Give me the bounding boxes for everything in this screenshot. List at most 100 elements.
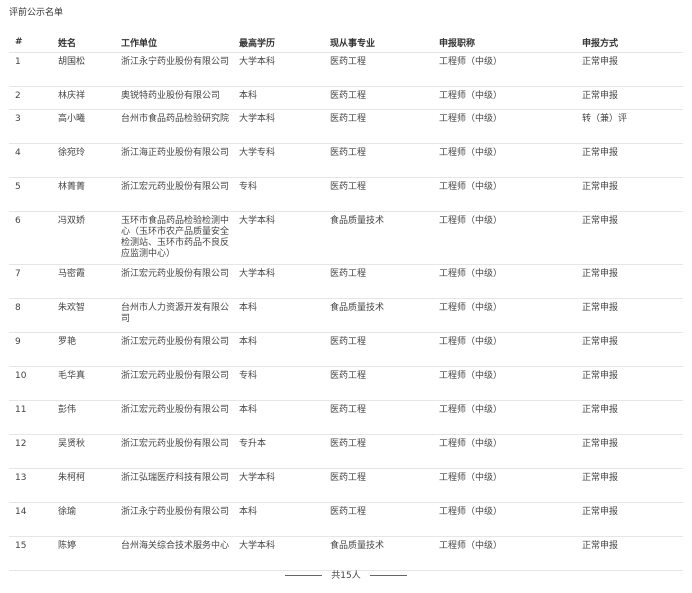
- cell-application-mode: 转（兼）评: [576, 109, 683, 144]
- table-row: 3 高小曦 台州市食品药品检验研究院 大学本科 医药工程 工程师（中级） 转（兼…: [9, 109, 683, 144]
- cell-specialty: 食品质量技术: [324, 536, 433, 571]
- cell-applied-title: 工程师（中级）: [433, 109, 576, 144]
- cell-employer: 浙江永宁药业股份有限公司: [115, 52, 233, 87]
- cell-specialty: 医药工程: [324, 332, 433, 367]
- cell-application-mode: 正常申报: [576, 332, 683, 367]
- cell-applied-title: 工程师（中级）: [433, 536, 576, 571]
- column-header-employer: 工作单位: [115, 32, 233, 53]
- cell-education: 大学本科: [233, 211, 324, 265]
- column-header-application-mode: 申报方式: [576, 32, 683, 53]
- cell-education: 专科: [233, 366, 324, 401]
- cell-education: 大学本科: [233, 109, 324, 144]
- cell-index: 9: [9, 332, 52, 367]
- cell-application-mode: 正常申报: [576, 536, 683, 571]
- cell-name: 罗艳: [52, 332, 115, 367]
- cell-applied-title: 工程师（中级）: [433, 366, 576, 401]
- cell-name: 毛华真: [52, 366, 115, 401]
- total-count-footer: 共15人: [0, 570, 692, 582]
- table-row: 11 彭伟 浙江宏元药业股份有限公司 本科 医药工程 工程师（中级） 正常申报: [9, 400, 683, 435]
- cell-name: 徐宛玲: [52, 143, 115, 178]
- divider: [369, 575, 407, 576]
- cell-education: 本科: [233, 86, 324, 110]
- cell-education: 大学专科: [233, 143, 324, 178]
- cell-index: 7: [9, 264, 52, 299]
- cell-index: 3: [9, 109, 52, 144]
- column-header-education: 最高学历: [233, 32, 324, 53]
- table-header-row: # 姓名 工作单位 最高学历 现从事专业 申报职称 申报方式: [9, 32, 683, 53]
- cell-name: 朱柯柯: [52, 468, 115, 503]
- cell-education: 大学本科: [233, 52, 324, 87]
- cell-education: 专科: [233, 177, 324, 212]
- cell-specialty: 医药工程: [324, 264, 433, 299]
- cell-index: 5: [9, 177, 52, 212]
- cell-applied-title: 工程师（中级）: [433, 400, 576, 435]
- cell-education: 本科: [233, 298, 324, 333]
- cell-index: 8: [9, 298, 52, 333]
- cell-index: 13: [9, 468, 52, 503]
- cell-education: 本科: [233, 332, 324, 367]
- cell-education: 大学本科: [233, 264, 324, 299]
- table-row: 4 徐宛玲 浙江海正药业股份有限公司 大学专科 医药工程 工程师（中级） 正常申…: [9, 143, 683, 178]
- cell-name: 林庆祥: [52, 86, 115, 110]
- cell-education: 大学本科: [233, 536, 324, 571]
- table-row: 8 朱欢智 台州市人力资源开发有限公司 本科 食品质量技术 工程师（中级） 正常…: [9, 298, 683, 333]
- table-row: 13 朱柯柯 浙江弘瑞医疗科技有限公司 大学本科 医药工程 工程师（中级） 正常…: [9, 468, 683, 503]
- cell-application-mode: 正常申报: [576, 143, 683, 178]
- cell-education: 本科: [233, 400, 324, 435]
- cell-employer: 浙江宏元药业股份有限公司: [115, 366, 233, 401]
- cell-index: 12: [9, 434, 52, 469]
- cell-employer: 浙江宏元药业股份有限公司: [115, 264, 233, 299]
- cell-applied-title: 工程师（中级）: [433, 298, 576, 333]
- cell-employer: 浙江弘瑞医疗科技有限公司: [115, 468, 233, 503]
- cell-applied-title: 工程师（中级）: [433, 332, 576, 367]
- cell-index: 6: [9, 211, 52, 265]
- table-row: 9 罗艳 浙江宏元药业股份有限公司 本科 医药工程 工程师（中级） 正常申报: [9, 332, 683, 367]
- column-header-name: 姓名: [52, 32, 115, 53]
- cell-specialty: 医药工程: [324, 502, 433, 537]
- cell-applied-title: 工程师（中级）: [433, 52, 576, 87]
- cell-applied-title: 工程师（中级）: [433, 143, 576, 178]
- cell-employer: 浙江宏元药业股份有限公司: [115, 434, 233, 469]
- cell-applied-title: 工程师（中级）: [433, 211, 576, 265]
- column-header-applied-title: 申报职称: [433, 32, 576, 53]
- cell-education: 本科: [233, 502, 324, 537]
- table-row: 5 林菁菁 浙江宏元药业股份有限公司 专科 医药工程 工程师（中级） 正常申报: [9, 177, 683, 212]
- cell-applied-title: 工程师（中级）: [433, 177, 576, 212]
- cell-index: 11: [9, 400, 52, 435]
- cell-education: 大学本科: [233, 468, 324, 503]
- cell-name: 朱欢智: [52, 298, 115, 333]
- cell-employer: 浙江宏元药业股份有限公司: [115, 400, 233, 435]
- cell-employer: 浙江永宁药业股份有限公司: [115, 502, 233, 537]
- cell-name: 冯双娇: [52, 211, 115, 265]
- table-row: 7 马密霞 浙江宏元药业股份有限公司 大学本科 医药工程 工程师（中级） 正常申…: [9, 264, 683, 299]
- roster-table: # 姓名 工作单位 最高学历 现从事专业 申报职称 申报方式 1 胡国松 浙江永…: [9, 32, 683, 571]
- table-row: 2 林庆祥 奥锐特药业股份有限公司 本科 医药工程 工程师（中级） 正常申报: [9, 86, 683, 110]
- cell-employer: 浙江海正药业股份有限公司: [115, 143, 233, 178]
- cell-specialty: 医药工程: [324, 52, 433, 87]
- cell-employer: 玉环市食品药品检验检测中心（玉环市农产品质量安全检测站、玉环市药品不良反应监测中…: [115, 211, 233, 265]
- cell-application-mode: 正常申报: [576, 366, 683, 401]
- cell-application-mode: 正常申报: [576, 264, 683, 299]
- cell-employer: 浙江宏元药业股份有限公司: [115, 332, 233, 367]
- cell-education: 专升本: [233, 434, 324, 469]
- cell-index: 2: [9, 86, 52, 110]
- cell-application-mode: 正常申报: [576, 177, 683, 212]
- cell-index: 15: [9, 536, 52, 571]
- cell-specialty: 医药工程: [324, 143, 433, 178]
- cell-name: 吴贤秋: [52, 434, 115, 469]
- cell-name: 高小曦: [52, 109, 115, 144]
- cell-employer: 浙江宏元药业股份有限公司: [115, 177, 233, 212]
- cell-name: 胡国松: [52, 52, 115, 87]
- table-row: 10 毛华真 浙江宏元药业股份有限公司 专科 医药工程 工程师（中级） 正常申报: [9, 366, 683, 401]
- cell-name: 徐瑜: [52, 502, 115, 537]
- column-header-specialty: 现从事专业: [324, 32, 433, 53]
- cell-specialty: 医药工程: [324, 400, 433, 435]
- table-row: 15 陈婷 台州海关综合技术服务中心 大学本科 食品质量技术 工程师（中级） 正…: [9, 536, 683, 571]
- cell-applied-title: 工程师（中级）: [433, 502, 576, 537]
- table-row: 1 胡国松 浙江永宁药业股份有限公司 大学本科 医药工程 工程师（中级） 正常申…: [9, 52, 683, 87]
- cell-specialty: 医药工程: [324, 366, 433, 401]
- cell-employer: 台州市人力资源开发有限公司: [115, 298, 233, 333]
- cell-specialty: 医药工程: [324, 177, 433, 212]
- cell-application-mode: 正常申报: [576, 211, 683, 265]
- cell-application-mode: 正常申报: [576, 400, 683, 435]
